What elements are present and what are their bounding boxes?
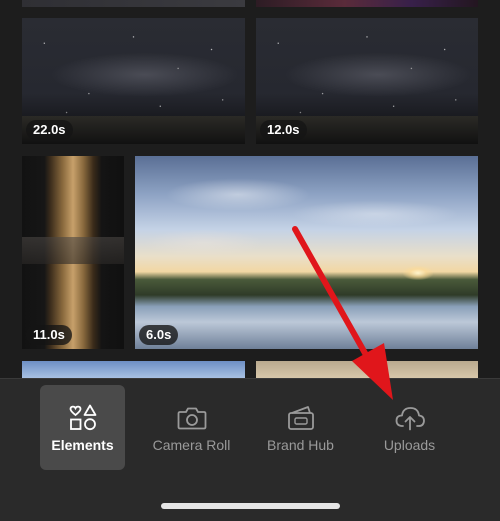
brand-hub-icon	[287, 406, 314, 430]
shapes-icon	[69, 404, 96, 431]
tab-brand-hub-label: Brand Hub	[267, 437, 334, 453]
duration-badge: 6.0s	[139, 325, 179, 345]
tab-uploads[interactable]: Uploads	[367, 385, 452, 470]
thumbnail-image	[22, 237, 124, 265]
thumbnail-image	[135, 156, 478, 349]
media-thumbnail[interactable]	[256, 0, 478, 7]
tab-camera-roll-label: Camera Roll	[152, 437, 231, 453]
tab-camera-roll[interactable]: Camera Roll	[149, 385, 234, 470]
media-thumbnail[interactable]: 12.0s	[256, 18, 478, 144]
media-thumbnail[interactable]: 22.0s	[22, 18, 245, 144]
media-thumbnail[interactable]: 6.0s	[135, 156, 478, 349]
thumbnail-sun	[402, 266, 433, 280]
media-thumbnail[interactable]	[256, 361, 478, 378]
duration-badge: 12.0s	[260, 120, 307, 140]
upload-cloud-icon	[395, 407, 425, 431]
tab-elements-label: Elements	[51, 437, 114, 453]
media-thumbnail[interactable]: 11.0s	[22, 156, 124, 349]
duration-badge: 11.0s	[26, 325, 72, 345]
duration-badge: 22.0s	[26, 120, 73, 140]
tab-brand-hub[interactable]: Brand Hub	[258, 385, 343, 470]
camera-icon	[177, 407, 206, 430]
media-gallery: 22.0s 12.0s 11.0s 6.0s	[0, 0, 500, 378]
media-thumbnail[interactable]	[22, 0, 245, 7]
bottom-toolbar: Elements Camera Roll Brand Hub Uploads	[0, 378, 500, 521]
tab-elements[interactable]: Elements	[40, 385, 125, 470]
media-thumbnail[interactable]	[22, 361, 245, 378]
tab-uploads-label: Uploads	[383, 437, 436, 453]
home-indicator[interactable]	[161, 503, 340, 509]
